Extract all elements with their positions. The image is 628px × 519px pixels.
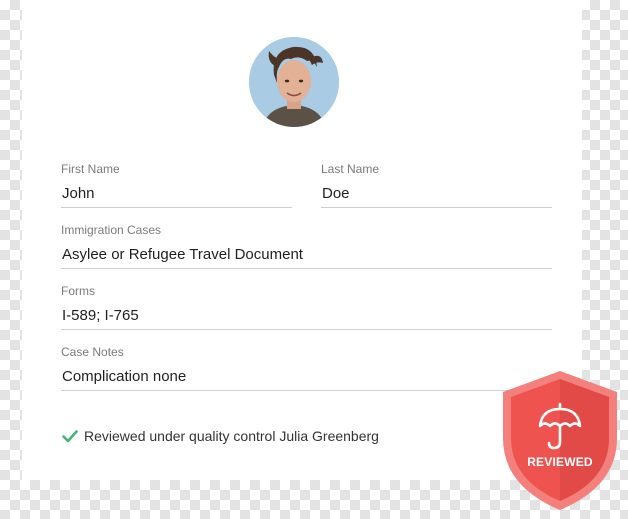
avatar-photo xyxy=(249,37,339,127)
immigration-cases-label: Immigration Cases xyxy=(61,223,162,237)
case-notes-field[interactable]: Case Notes Complication none xyxy=(61,345,552,391)
forms-label: Forms xyxy=(61,284,95,298)
reviewed-shield-badge xyxy=(503,371,617,510)
forms-field[interactable]: Forms I-589; I-765 xyxy=(61,284,552,330)
last-name-label: Last Name xyxy=(321,162,380,176)
review-status: Reviewed under quality control Julia Gre… xyxy=(62,427,379,445)
last-name-value[interactable]: Doe xyxy=(321,185,552,208)
last-name-field[interactable]: Last Name Doe xyxy=(321,162,552,208)
profile-card: First Name John Last Name Doe Immigratio… xyxy=(22,0,582,480)
first-name-label: First Name xyxy=(61,162,120,176)
forms-value[interactable]: I-589; I-765 xyxy=(61,307,552,330)
check-icon xyxy=(62,430,78,443)
immigration-cases-field[interactable]: Immigration Cases Asylee or Refugee Trav… xyxy=(61,223,552,269)
avatar xyxy=(249,37,339,127)
immigration-cases-value[interactable]: Asylee or Refugee Travel Document xyxy=(61,246,552,269)
first-name-value[interactable]: John xyxy=(61,185,292,208)
case-notes-value[interactable]: Complication none xyxy=(61,368,552,391)
review-text: Reviewed under quality control Julia Gre… xyxy=(84,428,379,444)
reviewed-badge-label: REVIEWED xyxy=(527,455,593,469)
case-notes-label: Case Notes xyxy=(61,345,124,359)
first-name-field[interactable]: First Name John xyxy=(61,162,292,208)
